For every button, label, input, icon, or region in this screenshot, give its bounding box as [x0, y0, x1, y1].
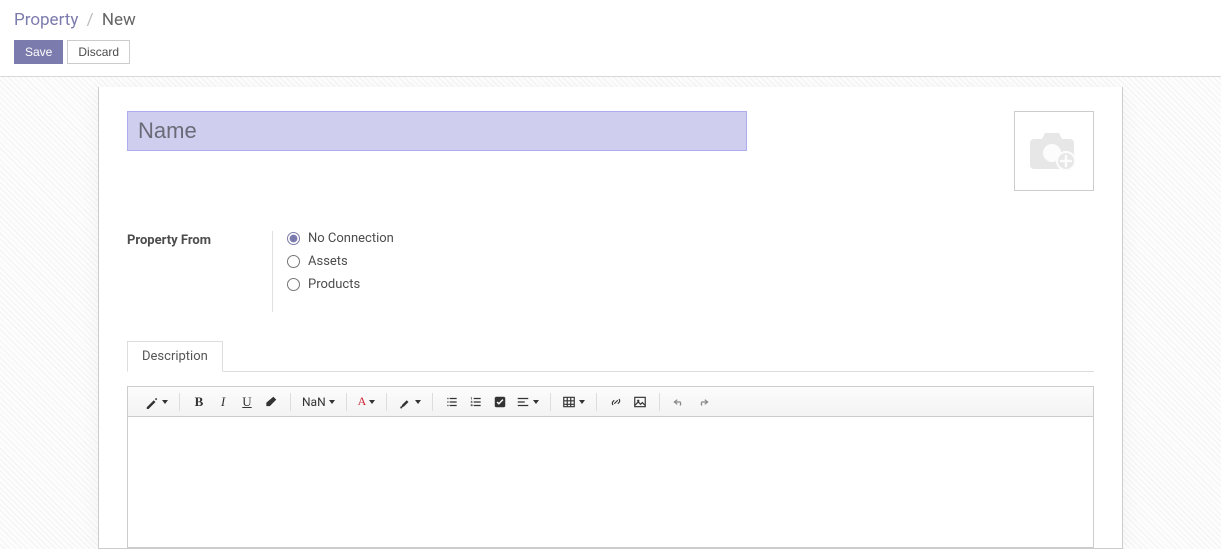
table-icon [562, 395, 576, 409]
italic-button[interactable]: I [212, 391, 234, 413]
radio-no-connection-input[interactable] [287, 232, 300, 245]
discard-button[interactable]: Discard [67, 40, 130, 64]
control-panel: Property / New Save Discard [0, 0, 1221, 76]
magic-icon [145, 395, 159, 409]
property-from-options: No Connection Assets Products [272, 231, 394, 312]
editor-toolbar: B I U NaN A [128, 387, 1093, 417]
editor-body[interactable] [128, 417, 1093, 547]
font-size-dropdown[interactable]: NaN [299, 391, 338, 413]
image-upload[interactable] [1014, 111, 1094, 191]
breadcrumb-separator: / [87, 10, 94, 30]
number-list-icon [469, 395, 483, 409]
align-icon [516, 395, 530, 409]
ordered-list-button[interactable] [465, 391, 487, 413]
style-dropdown[interactable] [142, 391, 171, 413]
undo-icon [672, 395, 686, 409]
action-buttons: Save Discard [14, 40, 1207, 64]
camera-add-icon [1028, 129, 1080, 173]
font-family-dropdown[interactable]: A [355, 391, 379, 413]
color-dropdown[interactable] [395, 391, 424, 413]
redo-icon [696, 395, 710, 409]
radio-assets[interactable]: Assets [287, 254, 394, 269]
tabs: Description [127, 340, 1094, 372]
radio-assets-label: Assets [308, 254, 348, 269]
bold-button[interactable]: B [188, 391, 210, 413]
picture-button[interactable] [629, 391, 651, 413]
radio-assets-input[interactable] [287, 255, 300, 268]
eraser-icon [264, 395, 278, 409]
breadcrumb: Property / New [14, 10, 1207, 30]
radio-no-connection-label: No Connection [308, 231, 394, 246]
link-icon [609, 395, 623, 409]
radio-products[interactable]: Products [287, 277, 394, 292]
bullet-list-icon [445, 395, 459, 409]
paragraph-dropdown[interactable] [513, 391, 542, 413]
radio-products-input[interactable] [287, 278, 300, 291]
remove-format-button[interactable] [260, 391, 282, 413]
underline-button[interactable]: U [236, 391, 258, 413]
breadcrumb-current: New [102, 10, 136, 30]
checklist-icon [493, 395, 507, 409]
checklist-button[interactable] [489, 391, 511, 413]
table-dropdown[interactable] [559, 391, 588, 413]
form-sheet: Property From No Connection Assets Produ… [98, 87, 1123, 549]
font-size-value: NaN [302, 395, 326, 409]
breadcrumb-root[interactable]: Property [14, 10, 78, 30]
radio-no-connection[interactable]: No Connection [287, 231, 394, 246]
link-button[interactable] [605, 391, 627, 413]
undo-button[interactable] [668, 391, 690, 413]
redo-button[interactable] [692, 391, 714, 413]
unordered-list-button[interactable] [441, 391, 463, 413]
brush-icon [398, 395, 412, 409]
name-input[interactable] [127, 111, 747, 151]
property-from-label: Property From [127, 231, 272, 312]
image-icon [633, 395, 647, 409]
radio-products-label: Products [308, 277, 360, 292]
rich-text-editor: B I U NaN A [127, 386, 1094, 548]
form-background: Property From No Connection Assets Produ… [0, 77, 1221, 549]
save-button[interactable]: Save [14, 40, 63, 64]
tab-description[interactable]: Description [127, 341, 223, 372]
font-family-value: A [358, 394, 367, 409]
